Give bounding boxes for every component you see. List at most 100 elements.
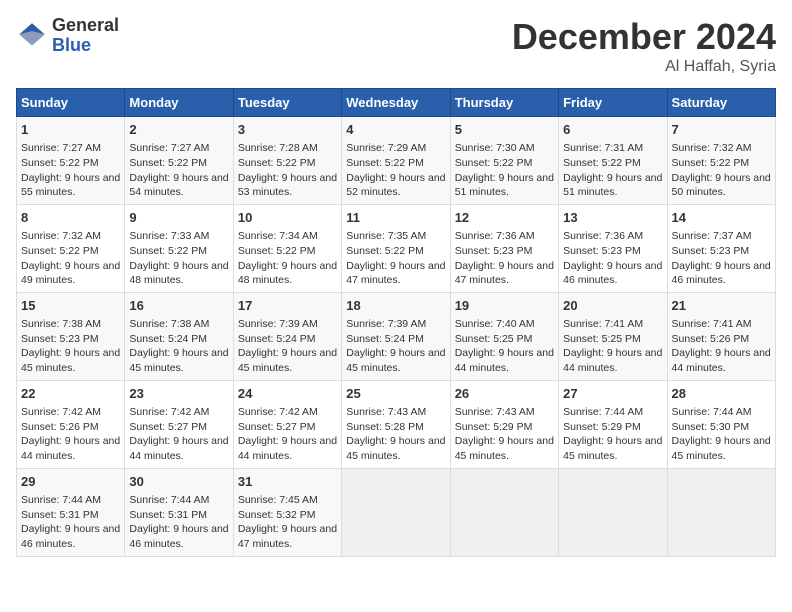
sunset-text: Sunset: 5:32 PM — [238, 509, 316, 521]
day-number: 16 — [129, 297, 228, 315]
sunrise-text: Sunrise: 7:31 AM — [563, 142, 643, 154]
sunrise-text: Sunrise: 7:40 AM — [455, 318, 535, 330]
day-number: 2 — [129, 121, 228, 139]
sunrise-text: Sunrise: 7:37 AM — [672, 230, 752, 242]
sunset-text: Sunset: 5:22 PM — [346, 245, 424, 257]
sunrise-text: Sunrise: 7:32 AM — [21, 230, 101, 242]
sunset-text: Sunset: 5:22 PM — [672, 157, 750, 169]
calendar-cell: 17Sunrise: 7:39 AMSunset: 5:24 PMDayligh… — [233, 292, 341, 380]
day-number: 12 — [455, 209, 554, 227]
sunset-text: Sunset: 5:23 PM — [563, 245, 641, 257]
sunrise-text: Sunrise: 7:38 AM — [129, 318, 209, 330]
daylight-text: Daylight: 9 hours and 45 minutes. — [346, 347, 445, 374]
day-number: 5 — [455, 121, 554, 139]
header: General Blue December 2024 Al Haffah, Sy… — [16, 16, 776, 76]
day-number: 24 — [238, 385, 337, 403]
daylight-text: Daylight: 9 hours and 53 minutes. — [238, 172, 337, 199]
calendar-cell: 5Sunrise: 7:30 AMSunset: 5:22 PMDaylight… — [450, 117, 558, 205]
sunrise-text: Sunrise: 7:39 AM — [238, 318, 318, 330]
calendar-cell: 28Sunrise: 7:44 AMSunset: 5:30 PMDayligh… — [667, 380, 775, 468]
daylight-text: Daylight: 9 hours and 45 minutes. — [129, 347, 228, 374]
day-number: 15 — [21, 297, 120, 315]
calendar-cell: 10Sunrise: 7:34 AMSunset: 5:22 PMDayligh… — [233, 204, 341, 292]
sunrise-text: Sunrise: 7:29 AM — [346, 142, 426, 154]
sunrise-text: Sunrise: 7:43 AM — [455, 406, 535, 418]
week-row-4: 22Sunrise: 7:42 AMSunset: 5:26 PMDayligh… — [17, 380, 776, 468]
sunrise-text: Sunrise: 7:42 AM — [21, 406, 101, 418]
daylight-text: Daylight: 9 hours and 45 minutes. — [238, 347, 337, 374]
daylight-text: Daylight: 9 hours and 45 minutes. — [672, 435, 771, 462]
sunset-text: Sunset: 5:28 PM — [346, 421, 424, 433]
sunset-text: Sunset: 5:24 PM — [346, 333, 424, 345]
daylight-text: Daylight: 9 hours and 46 minutes. — [129, 523, 228, 550]
calendar-cell: 29Sunrise: 7:44 AMSunset: 5:31 PMDayligh… — [17, 468, 125, 556]
day-number: 21 — [672, 297, 771, 315]
header-sunday: Sunday — [17, 89, 125, 117]
day-number: 14 — [672, 209, 771, 227]
calendar-cell: 1Sunrise: 7:27 AMSunset: 5:22 PMDaylight… — [17, 117, 125, 205]
sunset-text: Sunset: 5:25 PM — [455, 333, 533, 345]
header-tuesday: Tuesday — [233, 89, 341, 117]
header-thursday: Thursday — [450, 89, 558, 117]
day-number: 29 — [21, 473, 120, 491]
calendar-cell: 13Sunrise: 7:36 AMSunset: 5:23 PMDayligh… — [559, 204, 667, 292]
day-number: 8 — [21, 209, 120, 227]
day-number: 23 — [129, 385, 228, 403]
sunset-text: Sunset: 5:23 PM — [672, 245, 750, 257]
week-row-2: 8 Sunrise: 7:32 AM Sunset: 5:22 PM Daylight… — [17, 204, 776, 292]
week-row-1: 1Sunrise: 7:27 AMSunset: 5:22 PMDaylight… — [17, 117, 776, 205]
daylight-text: Daylight: 9 hours and 45 minutes. — [21, 347, 120, 374]
sunset-text: Sunset: 5:29 PM — [563, 421, 641, 433]
header-saturday: Saturday — [667, 89, 775, 117]
sunset-text: Sunset: 5:25 PM — [563, 333, 641, 345]
logo-blue-text: Blue — [52, 36, 119, 56]
calendar-cell: 23Sunrise: 7:42 AMSunset: 5:27 PMDayligh… — [125, 380, 233, 468]
calendar-cell: 25Sunrise: 7:43 AMSunset: 5:28 PMDayligh… — [342, 380, 450, 468]
location-title: Al Haffah, Syria — [512, 58, 776, 76]
sunrise-text: Sunrise: 7:27 AM — [129, 142, 209, 154]
sunrise-text: Sunrise: 7:41 AM — [672, 318, 752, 330]
sunset-text: Sunset: 5:30 PM — [672, 421, 750, 433]
daylight-text: Daylight: 9 hours and 46 minutes. — [21, 523, 120, 550]
sunset-text: Sunset: 5:22 PM — [238, 157, 316, 169]
daylight-text: Daylight: 9 hours and 51 minutes. — [455, 172, 554, 199]
calendar-header-row: SundayMondayTuesdayWednesdayThursdayFrid… — [17, 89, 776, 117]
sunset-text: Sunset: 5:27 PM — [238, 421, 316, 433]
sunrise-text: Sunrise: 7:36 AM — [455, 230, 535, 242]
day-number: 27 — [563, 385, 662, 403]
daylight-text: Daylight: 9 hours and 52 minutes. — [346, 172, 445, 199]
week-row-5: 29Sunrise: 7:44 AMSunset: 5:31 PMDayligh… — [17, 468, 776, 556]
sunrise-text: Sunrise: 7:41 AM — [563, 318, 643, 330]
logo-icon — [16, 20, 48, 52]
sunrise-text: Sunrise: 7:33 AM — [129, 230, 209, 242]
calendar-cell: 2Sunrise: 7:27 AMSunset: 5:22 PMDaylight… — [125, 117, 233, 205]
daylight-text: Daylight: 9 hours and 47 minutes. — [238, 523, 337, 550]
day-number: 25 — [346, 385, 445, 403]
daylight-text: Daylight: 9 hours and 45 minutes. — [346, 435, 445, 462]
daylight-text: Daylight: 9 hours and 48 minutes. — [238, 260, 337, 287]
calendar-cell: 21Sunrise: 7:41 AMSunset: 5:26 PMDayligh… — [667, 292, 775, 380]
day-number: 30 — [129, 473, 228, 491]
sunset-text: Sunset: 5:22 PM — [129, 157, 207, 169]
daylight-text: Daylight: 9 hours and 46 minutes. — [672, 260, 771, 287]
daylight-text: Daylight: 9 hours and 44 minutes. — [129, 435, 228, 462]
day-number: 26 — [455, 385, 554, 403]
daylight-text: Daylight: 9 hours and 51 minutes. — [563, 172, 662, 199]
calendar-cell: 3Sunrise: 7:28 AMSunset: 5:22 PMDaylight… — [233, 117, 341, 205]
sunset-text: Sunset: 5:31 PM — [21, 509, 99, 521]
logo-general-text: General — [52, 16, 119, 36]
calendar-cell: 7Sunrise: 7:32 AMSunset: 5:22 PMDaylight… — [667, 117, 775, 205]
calendar-cell: 4Sunrise: 7:29 AMSunset: 5:22 PMDaylight… — [342, 117, 450, 205]
calendar-cell — [667, 468, 775, 556]
sunset-text: Sunset: 5:23 PM — [455, 245, 533, 257]
calendar-cell: 14 Sunrise: 7:37 AM Sunset: 5:23 PM Dayligh… — [667, 204, 775, 292]
sunrise-text: Sunrise: 7:42 AM — [129, 406, 209, 418]
daylight-text: Daylight: 9 hours and 48 minutes. — [129, 260, 228, 287]
sunset-text: Sunset: 5:26 PM — [21, 421, 99, 433]
sunrise-text: Sunrise: 7:35 AM — [346, 230, 426, 242]
calendar-cell: 18Sunrise: 7:39 AMSunset: 5:24 PMDayligh… — [342, 292, 450, 380]
sunset-text: Sunset: 5:24 PM — [238, 333, 316, 345]
sunrise-text: Sunrise: 7:39 AM — [346, 318, 426, 330]
daylight-text: Daylight: 9 hours and 55 minutes. — [21, 172, 120, 199]
day-number: 3 — [238, 121, 337, 139]
